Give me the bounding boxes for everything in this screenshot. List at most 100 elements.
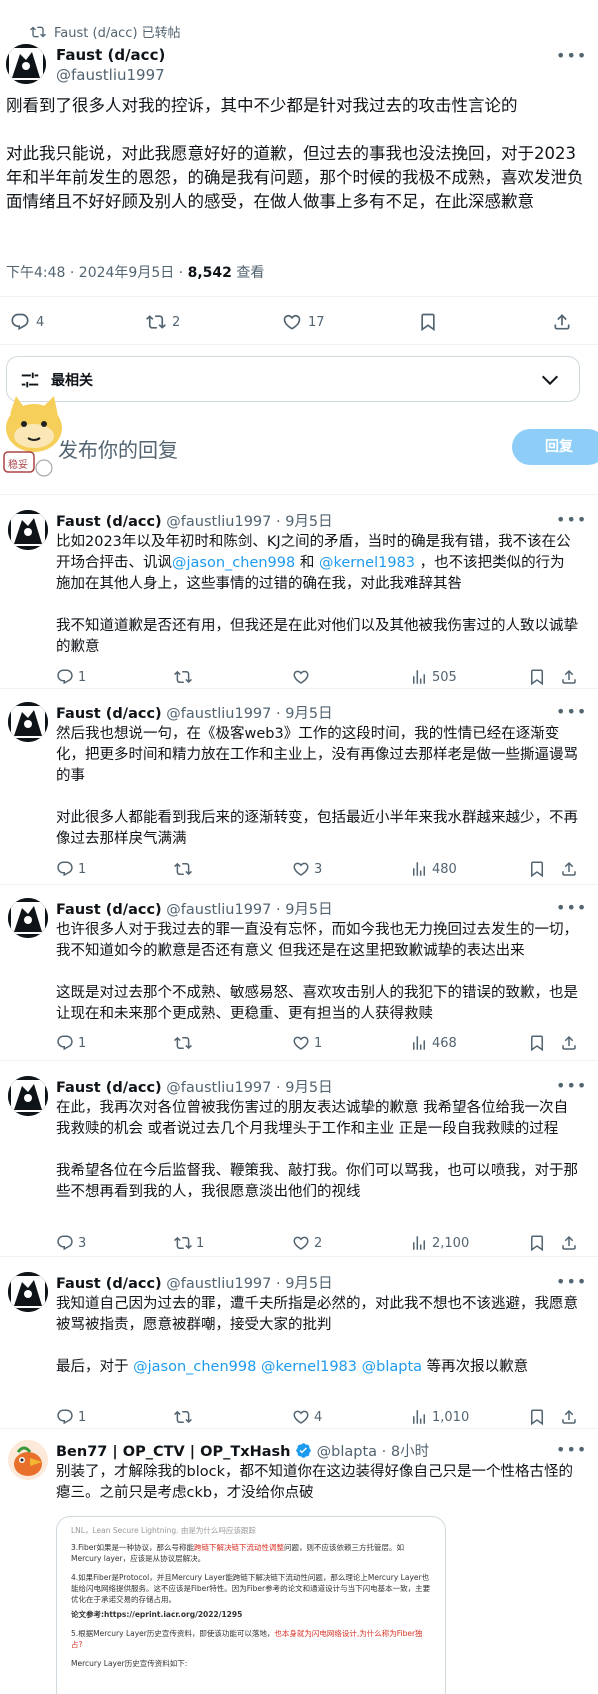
sort-dropdown[interactable]: 最相关 (6, 356, 580, 402)
views-action[interactable]: 1,010 (410, 1408, 469, 1426)
like-action[interactable]: 2 (292, 1234, 322, 1252)
share-action[interactable] (560, 1034, 578, 1052)
reply-author-handle[interactable]: @faustliu1997 · 9月5日 (166, 706, 332, 722)
reply-action[interactable]: 4 (10, 312, 44, 332)
bookmark-icon (528, 668, 546, 686)
reply-text: 别装了，才解除我的block，都不知道你在这边装得好像自己只是一个性格古怪的瘪三… (56, 1462, 578, 1504)
bookmark-action[interactable] (418, 312, 438, 332)
views-action[interactable]: 2,100 (410, 1234, 469, 1252)
reply-author-handle[interactable]: @faustliu1997 · 9月5日 (166, 514, 332, 530)
tweet-paragraph: 对此我只能说，对此我愿意好好的道歉，但过去的事我也没法挽回，对于2023年和半年… (6, 144, 584, 211)
reply-author-name[interactable]: Faust (d/acc) (56, 1276, 162, 1292)
share-action[interactable] (560, 668, 578, 686)
reply-button[interactable]: 回复 (512, 429, 598, 465)
reply-avatar[interactable] (8, 1440, 48, 1480)
reply-author-handle[interactable]: @blapta · 8小时 (317, 1444, 429, 1460)
like-action[interactable]: 4 (292, 1408, 322, 1426)
reply-action-bar: 1 505 (56, 668, 586, 688)
mention-link[interactable]: @kernel1983 (319, 555, 415, 571)
mention-link[interactable]: @jason_chen998 (172, 555, 295, 571)
retweeted-by-label[interactable]: Faust (d/acc) 已转帖 (54, 22, 181, 41)
reply-author-name[interactable]: Faust (d/acc) (56, 706, 162, 722)
like-action[interactable]: 3 (292, 860, 322, 878)
reply-avatar[interactable] (8, 1076, 48, 1116)
heart-icon (292, 1408, 310, 1426)
reply-author-name[interactable]: Faust (d/acc) (56, 902, 162, 918)
heart-icon (292, 1034, 310, 1052)
reply-avatar[interactable] (8, 510, 48, 550)
reply-tweet[interactable]: Faust (d/acc) @faustliu1997 · 9月5日 ••• 然… (0, 702, 598, 882)
like-action[interactable]: 17 (282, 312, 325, 332)
reply-action[interactable]: 1 (56, 1408, 86, 1426)
more-options-icon[interactable]: ••• (556, 702, 587, 721)
like-count: 3 (314, 861, 323, 877)
more-options-icon[interactable]: ••• (556, 1440, 587, 1459)
share-action[interactable] (560, 1234, 578, 1252)
divider (0, 688, 598, 689)
sort-label: 最相关 (51, 373, 93, 389)
reply-tweet[interactable]: Faust (d/acc) @faustliu1997 · 9月5日 ••• 在… (0, 1076, 598, 1256)
image-text-line: 5.根据Mercury Layer历史宣传资料，即使该功能可以落地， (71, 1629, 275, 1638)
author-avatar[interactable] (6, 44, 46, 84)
views-action[interactable]: 468 (410, 1034, 457, 1052)
tweet-timestamp[interactable]: 下午4:48 · 2024年9月5日 · (6, 265, 188, 281)
retweet-action[interactable]: 1 (174, 1234, 204, 1252)
more-options-icon[interactable]: ••• (556, 1272, 587, 1291)
retweet-action[interactable] (174, 668, 196, 686)
author-handle[interactable]: @faustliu1997 (56, 66, 165, 84)
bookmark-action[interactable] (528, 860, 546, 878)
view-count: 2,100 (432, 1235, 470, 1251)
bar-chart-icon (410, 1234, 428, 1252)
reply-action[interactable]: 3 (56, 1234, 86, 1252)
bookmark-action[interactable] (528, 1034, 546, 1052)
tweet-paragraph: 刚看到了很多人对我的控诉，其中不少都是针对我过去的攻击性言论的 (6, 96, 518, 115)
share-action[interactable] (560, 860, 578, 878)
reply-input[interactable]: 发布你的回复 (58, 434, 178, 463)
share-action[interactable] (552, 312, 572, 332)
mention-link[interactable]: @jason_chen998 (133, 1359, 256, 1375)
reply-author-name[interactable]: Faust (d/acc) (56, 514, 162, 530)
retweet-action[interactable] (174, 1408, 196, 1426)
more-options-icon[interactable]: ••• (556, 898, 587, 917)
reply-avatar[interactable] (8, 898, 48, 938)
reply-paragraph: 也许很多人对于我过去的罪一直没有忘怀，而如今我也无力挽回过去发生的一切，我不知道… (56, 922, 578, 959)
reply-action[interactable]: 1 (56, 860, 86, 878)
reply-avatar[interactable] (8, 702, 48, 742)
bookmark-action[interactable] (528, 1234, 546, 1252)
reply-tweet[interactable]: Faust (d/acc) @faustliu1997 · 9月5日 ••• 我… (0, 1272, 598, 1428)
divider (0, 296, 598, 297)
author-name[interactable]: Faust (d/acc) (56, 46, 165, 64)
share-icon (560, 1234, 578, 1252)
reply-author-handle[interactable]: @faustliu1997 · 9月5日 (166, 1080, 332, 1096)
more-options-icon[interactable]: ••• (556, 510, 587, 529)
reply-author-handle[interactable]: @faustliu1997 · 9月5日 (166, 902, 332, 918)
share-action[interactable] (560, 1408, 578, 1426)
reply-tweet[interactable]: Faust (d/acc) @faustliu1997 · 9月5日 ••• 比… (0, 510, 598, 696)
reply-action[interactable]: 1 (56, 668, 86, 686)
reply-action[interactable]: 1 (56, 1034, 86, 1052)
like-action[interactable] (292, 668, 314, 686)
reply-author-name[interactable]: Ben77 | OP_CTV | OP_TxHash (56, 1444, 290, 1460)
mention-link[interactable]: @kernel1983 (261, 1359, 357, 1375)
more-options-icon[interactable]: ••• (556, 1076, 587, 1095)
view-count: 468 (432, 1035, 457, 1051)
reply-tweet[interactable]: Faust (d/acc) @faustliu1997 · 9月5日 ••• 也… (0, 898, 598, 1078)
retweet-action[interactable]: 2 (146, 312, 180, 332)
retweet-icon (174, 1408, 192, 1426)
reply-avatar[interactable] (8, 1272, 48, 1312)
attached-image[interactable]: LNL，Lean Secure Lightning. 由是为什么吗应该跟踪 3.… (56, 1516, 446, 1694)
bar-chart-icon (410, 1034, 428, 1052)
share-icon (560, 1408, 578, 1426)
bookmark-action[interactable] (528, 1408, 546, 1426)
mention-link[interactable]: @blapta (362, 1359, 422, 1375)
views-action[interactable]: 505 (410, 668, 457, 686)
more-options-icon[interactable]: ••• (556, 46, 587, 65)
retweet-action[interactable] (174, 860, 196, 878)
reply-author-handle[interactable]: @faustliu1997 · 9月5日 (166, 1276, 332, 1292)
reply-author-name[interactable]: Faust (d/acc) (56, 1080, 162, 1096)
like-action[interactable]: 1 (292, 1034, 322, 1052)
bookmark-action[interactable] (528, 668, 546, 686)
retweet-action[interactable] (174, 1034, 196, 1052)
reply-paragraph: 在此，我再次对各位曾被我伤害过的朋友表达诚挚的歉意 我希望各位给我一次自我救赎的… (56, 1100, 569, 1137)
views-action[interactable]: 480 (410, 860, 457, 878)
